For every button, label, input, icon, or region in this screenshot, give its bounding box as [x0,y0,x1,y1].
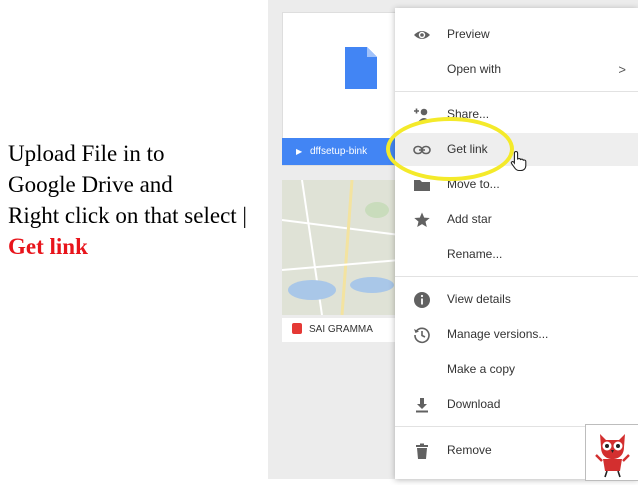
menu-item-label: Remove [447,443,492,457]
instruction-line-4: Get link [8,234,88,259]
instruction-line-3: Right click on that select | [8,203,248,228]
menu-item-label: Preview [447,27,490,41]
menu-item-label: Manage versions... [447,327,549,341]
submenu-chevron-icon: > [618,62,626,77]
menu-item-label: Rename... [447,247,503,261]
history-icon [414,327,430,344]
map-pin-icon [292,322,302,334]
star-icon [414,212,430,227]
menu-item-download[interactable]: Download [395,388,638,421]
map-caption-label: SAI GRAMMA [309,324,373,335]
eye-icon [414,31,430,39]
mascot-logo [585,424,638,481]
menu-item-open-with[interactable]: Open with > [395,53,638,86]
document-icon [345,47,377,89]
menu-item-make-a-copy[interactable]: Make a copy [395,353,638,386]
menu-item-label: Add star [447,212,492,226]
menu-divider [395,276,638,277]
hand-cursor-icon [510,150,527,172]
menu-item-label: Download [447,397,501,411]
context-menu: Preview Open with > Share... Get link Mo… [395,8,638,479]
menu-divider [395,91,638,92]
highlight-circle [386,117,514,181]
trash-icon [416,443,428,459]
instruction-line-2: Google Drive and [8,172,173,197]
instruction-line-1: Upload File in to [8,141,165,166]
menu-item-preview[interactable]: Preview [395,18,638,51]
info-icon [414,292,430,308]
download-icon [416,398,428,413]
menu-item-rename[interactable]: Rename... [395,238,638,271]
menu-item-add-star[interactable]: Add star [395,203,638,236]
menu-item-label: View details [447,292,511,306]
instruction-text: Upload File in to Google Drive and Right… [8,138,408,262]
map-caption[interactable]: SAI GRAMMA [282,318,400,342]
menu-item-view-details[interactable]: View details [395,283,638,316]
menu-item-label: Make a copy [447,362,516,376]
menu-item-manage-versions[interactable]: Manage versions... [395,318,638,351]
owl-mascot-icon [595,434,630,478]
menu-item-label: Open with [447,62,502,76]
